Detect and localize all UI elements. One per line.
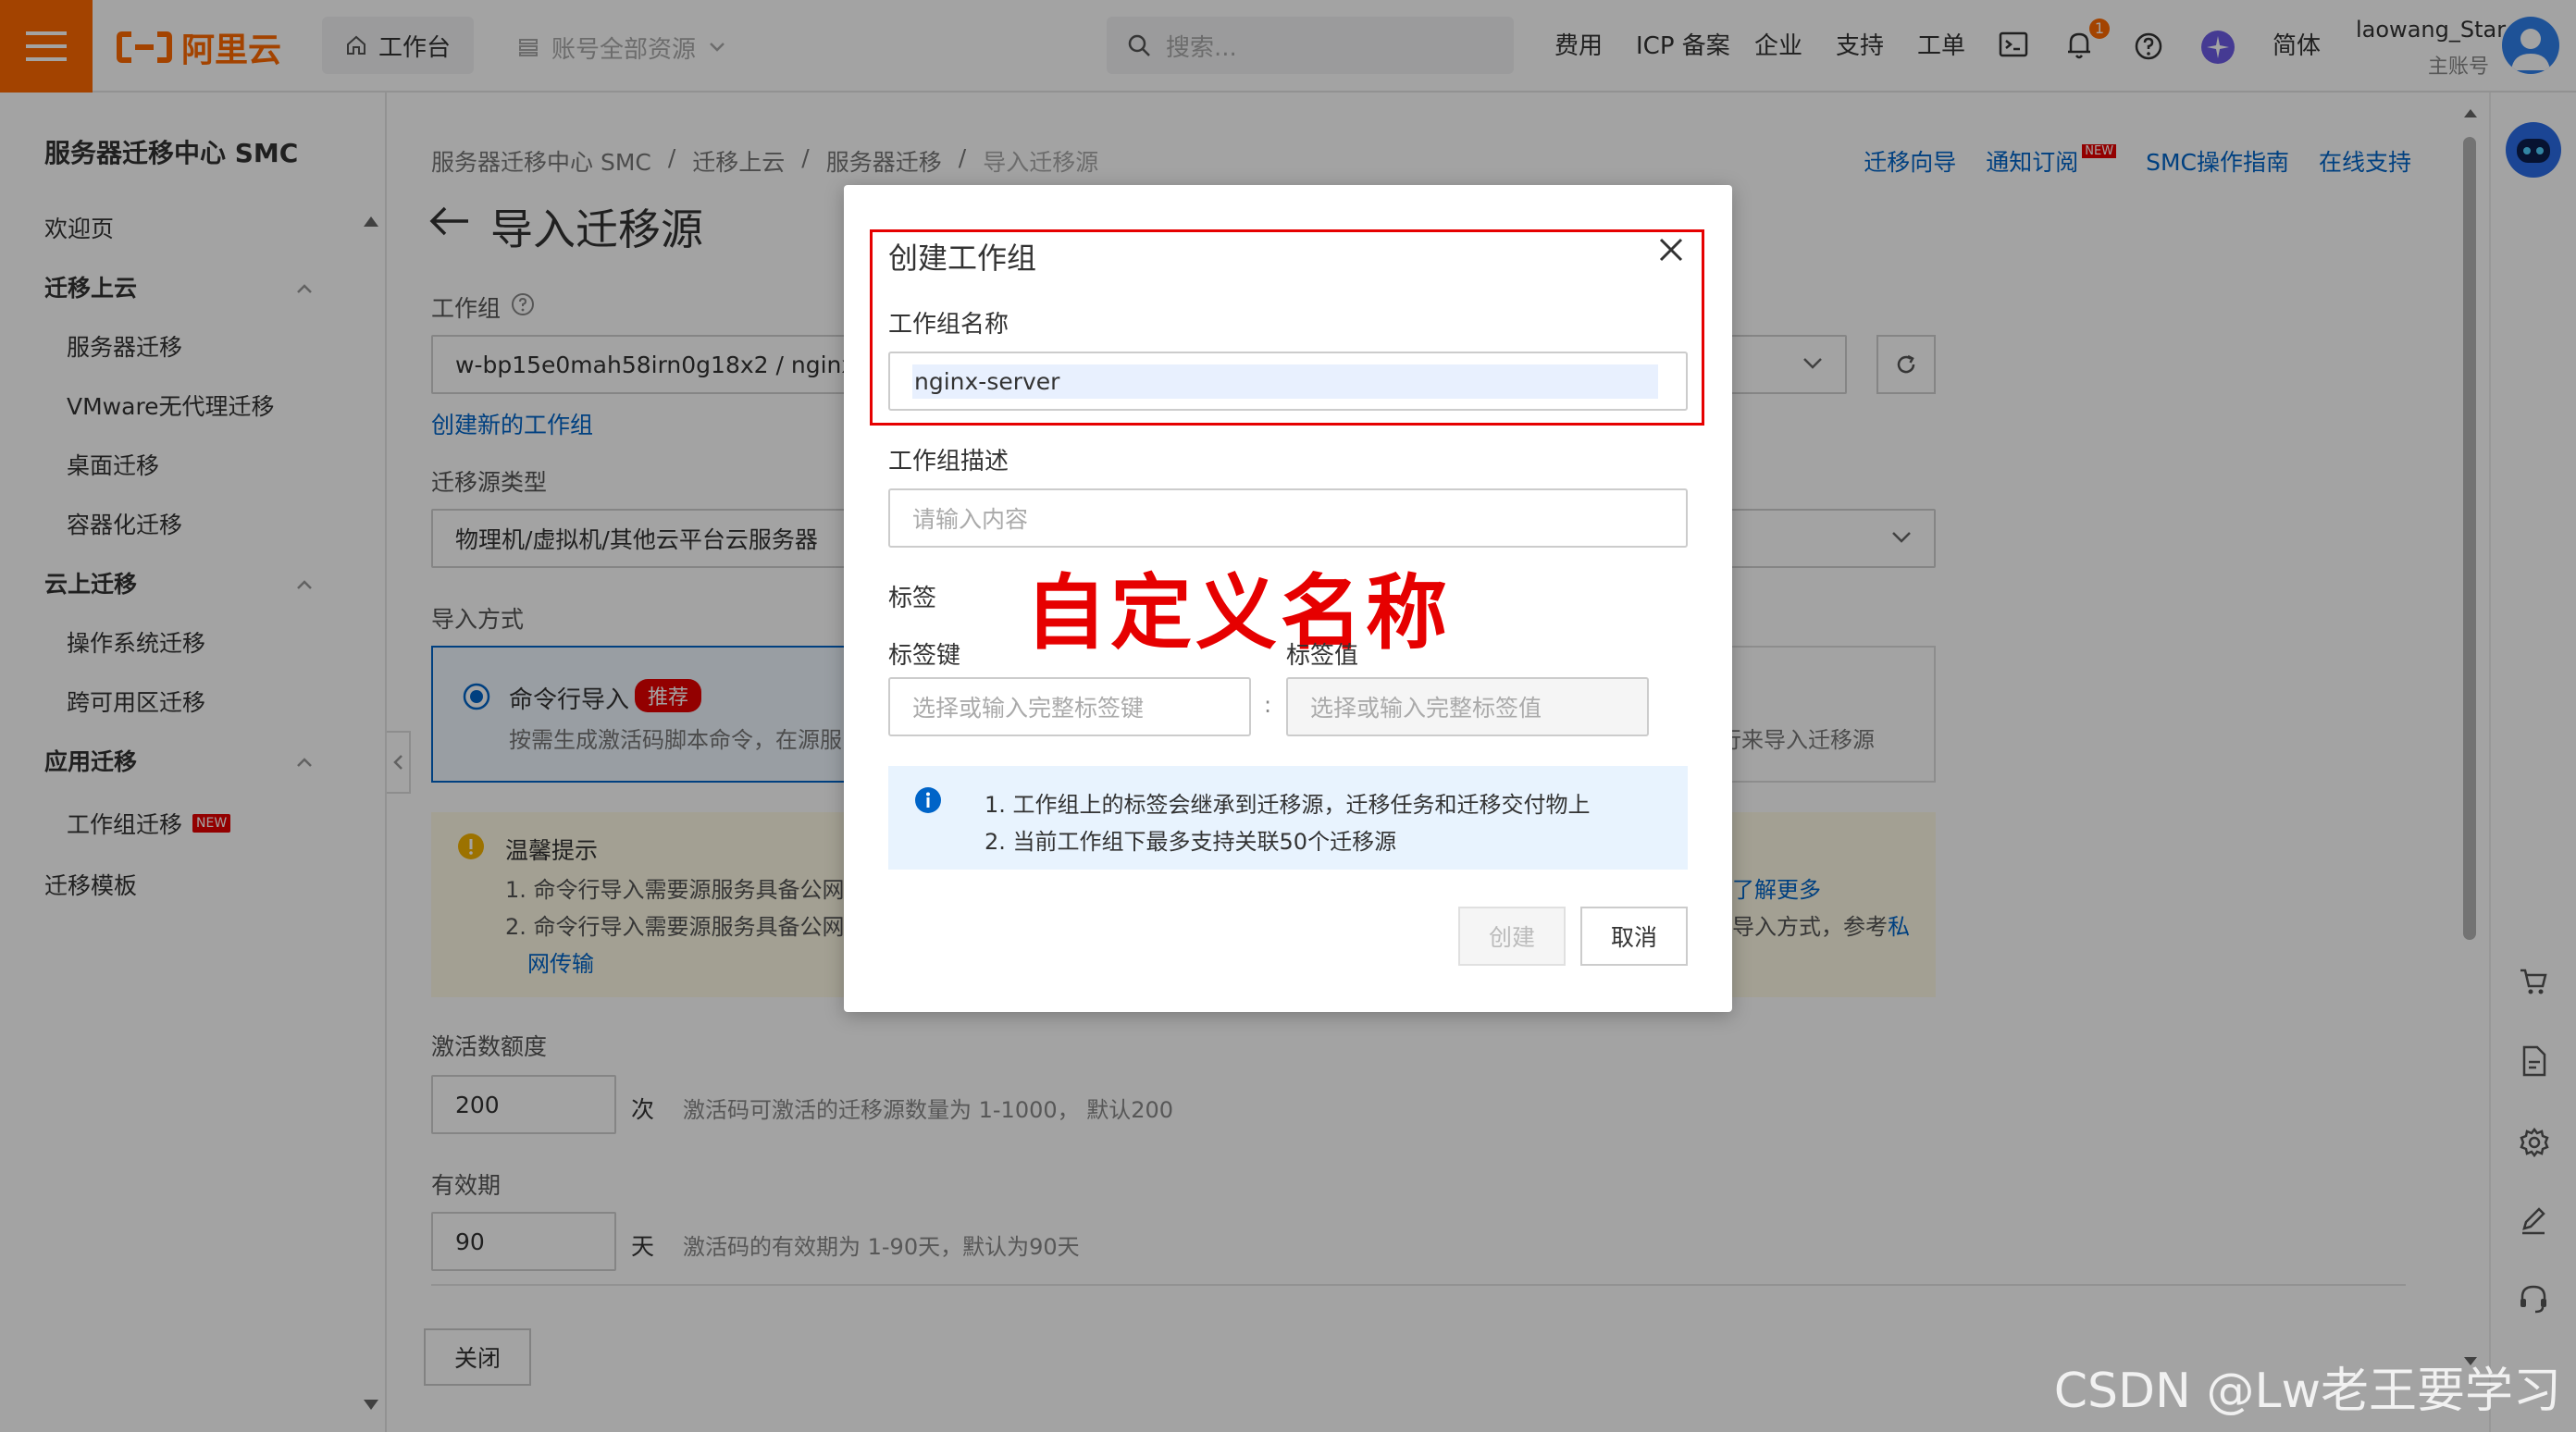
dialog-title: 创建工作组 [888, 241, 1037, 276]
workgroup-desc-placeholder: 请输入内容 [912, 506, 1029, 533]
workgroup-name-value: nginx-server [912, 364, 1658, 399]
csdn-watermark: CSDN @Lw老王要学习 [2053, 1364, 2561, 1419]
annotation-text: 自定义名称 [1025, 565, 1452, 660]
tag-value-label: 标签值 [1286, 642, 1359, 670]
workgroup-name-label: 工作组名称 [888, 311, 1009, 339]
tag-value-input[interactable]: 选择或输入完整标签值 [1286, 677, 1649, 736]
tag-key-input[interactable]: 选择或输入完整标签键 [888, 677, 1251, 736]
tag-key-label: 标签键 [888, 642, 961, 670]
create-workgroup-dialog: 创建工作组 工作组名称 nginx-server 工作组描述 请输入内容 自定义… [844, 185, 1732, 1012]
info-line: 2. 当前工作组下最多支持关联50个迁移源 [985, 829, 1397, 855]
cancel-button[interactable]: 取消 [1580, 907, 1688, 966]
info-icon [915, 787, 941, 813]
workgroup-desc-input[interactable]: 请输入内容 [888, 488, 1688, 548]
info-line: 1. 工作组上的标签会继承到迁移源，迁移任务和迁移交付物上 [985, 792, 1591, 818]
tag-separator: : [1264, 692, 1272, 718]
close-icon[interactable] [1658, 237, 1684, 263]
workgroup-desc-label: 工作组描述 [888, 448, 1009, 475]
info-box: 1. 工作组上的标签会继承到迁移源，迁移任务和迁移交付物上 2. 当前工作组下最… [888, 766, 1688, 870]
create-button[interactable]: 创建 [1458, 907, 1566, 966]
tags-label: 标签 [888, 585, 937, 612]
tag-key-placeholder: 选择或输入完整标签键 [912, 695, 1145, 722]
workgroup-name-input[interactable]: nginx-server [888, 352, 1688, 411]
tag-value-placeholder: 选择或输入完整标签值 [1310, 695, 1542, 722]
